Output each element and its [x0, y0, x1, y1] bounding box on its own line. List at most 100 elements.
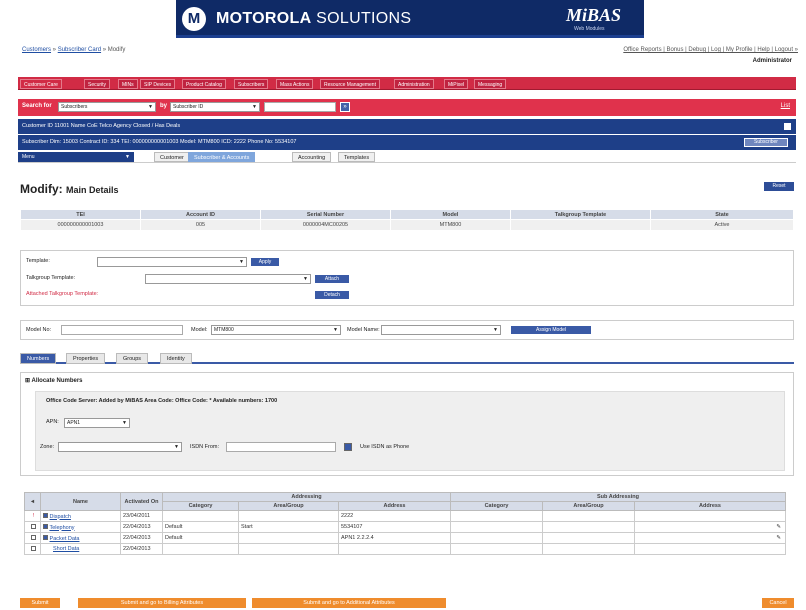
- submit-button[interactable]: Submit: [20, 598, 60, 608]
- table-row[interactable]: Short Data 22/04/2013: [24, 543, 786, 555]
- row-checkbox[interactable]: [43, 534, 48, 540]
- search-by-label: by: [160, 103, 168, 109]
- subscriber-button[interactable]: Subscriber: [744, 138, 788, 147]
- row-checkbox[interactable]: [43, 523, 48, 529]
- tab-accounting[interactable]: Accounting: [292, 152, 332, 162]
- submit-additional-button[interactable]: Submit and go to Additional Attributes: [252, 598, 446, 608]
- tab-subscriber-accounts[interactable]: Subscriber & Accounts: [188, 152, 256, 162]
- menu-tab-customer-care[interactable]: Customer Care: [20, 79, 62, 89]
- tab-templates[interactable]: Templates: [338, 152, 376, 162]
- summary-header: State: [650, 209, 794, 220]
- summary-header: TEI: [20, 209, 141, 220]
- search-input[interactable]: [264, 102, 336, 112]
- numbers-subheader: Area/Group: [542, 501, 635, 511]
- numbers-table: ◄ Name Activated On Addressing Sub Addre…: [24, 492, 786, 555]
- row-select-checkbox[interactable]: [31, 523, 36, 529]
- page-title-main: Modify:: [20, 182, 63, 196]
- row-name-link[interactable]: Short Data: [53, 546, 79, 552]
- row-checkbox[interactable]: [43, 512, 48, 518]
- numbers-subheader: Category: [450, 501, 543, 511]
- sub-navigation: Menu Customer Subscriber & Accounts Acco…: [18, 152, 796, 163]
- assign-model-button[interactable]: Assign Model: [511, 326, 591, 334]
- main-menu: Customer Care Security MINs SIP Devices …: [18, 77, 796, 90]
- row-category: Default: [162, 521, 239, 533]
- tab-numbers[interactable]: Numbers: [20, 353, 57, 364]
- menu-tab-sip-devices[interactable]: SIP Devices: [140, 79, 176, 89]
- menu-tab-security[interactable]: Security: [84, 79, 111, 89]
- numbers-subheader: Address: [338, 501, 451, 511]
- top-links[interactable]: Office Reports | Bonus | Debug | Log | M…: [623, 47, 798, 53]
- office-code-info: Office Code Server: Added by MiBAS Area …: [46, 398, 278, 404]
- search-type-select[interactable]: Subscribers: [58, 102, 156, 112]
- customer-info-bar: Customer ID 11001 Name CoE Telco Agency …: [18, 119, 796, 134]
- subscriber-info-bar: Subscriber Dim: 15003 Contract ID: 334 T…: [18, 135, 796, 150]
- apn-select[interactable]: APN1: [64, 418, 130, 428]
- menu-tab-mass-actions[interactable]: Mass Actions: [276, 79, 314, 89]
- talkgroup-template-select[interactable]: [145, 274, 311, 284]
- talkgroup-template-label: Talkgroup Template:: [26, 275, 76, 281]
- row-date: 22/04/2013: [120, 521, 163, 533]
- row-sub-category: [450, 543, 543, 555]
- summary-cell: 005: [140, 219, 261, 231]
- attach-button[interactable]: Attach: [315, 275, 349, 283]
- search-list-link[interactable]: List: [781, 103, 790, 109]
- menu-tab-messaging[interactable]: Messaging: [474, 79, 507, 89]
- isdn-from-label: ISDN From:: [190, 444, 220, 450]
- row-select[interactable]: [24, 532, 41, 544]
- menu-tab-resource-management[interactable]: Resource Management: [320, 79, 380, 89]
- row-date: 23/04/2011: [120, 510, 163, 522]
- use-isdn-checkbox[interactable]: [344, 443, 352, 451]
- menu-tab-administration[interactable]: Administration: [394, 79, 434, 89]
- username: Administrator: [752, 58, 792, 64]
- page-title: Modify: Main Details: [20, 182, 119, 196]
- numbers-header: Activated On: [120, 492, 163, 511]
- breadcrumb: Customers » Subscriber Card » Modify: [22, 47, 125, 53]
- table-row[interactable]: ! Dispatch 23/04/2011 2222: [24, 510, 786, 522]
- row-address: APN1 2.2.2.4: [338, 532, 451, 544]
- menu-tab-subscribers[interactable]: Subscribers: [234, 79, 269, 89]
- numbers-header: Name: [40, 492, 121, 511]
- row-name-link[interactable]: Dispatch: [50, 514, 71, 520]
- menu-tab-product-catalog[interactable]: Product Catalog: [182, 79, 226, 89]
- model-name-select[interactable]: [381, 325, 501, 335]
- row-category: Default: [162, 532, 239, 544]
- reset-button[interactable]: Reset: [764, 182, 794, 191]
- cancel-button[interactable]: Cancel: [762, 598, 794, 608]
- edit-icon[interactable]: ✎: [634, 532, 786, 544]
- edit-icon[interactable]: ✎: [634, 521, 786, 533]
- tab-customer[interactable]: Customer: [154, 152, 190, 162]
- breadcrumb-subscriber-card[interactable]: Subscriber Card: [58, 47, 101, 53]
- table-row[interactable]: Telephony 22/04/2013 Default Start 55341…: [24, 521, 786, 533]
- row-sub-address: [634, 510, 786, 522]
- row-name: Short Data: [40, 543, 121, 555]
- select-all-header[interactable]: ◄: [24, 492, 41, 511]
- summary-cell: 000000000001003: [20, 219, 141, 231]
- submit-billing-button[interactable]: Submit and go to Billing Attributes: [78, 598, 246, 608]
- template-select[interactable]: [97, 257, 247, 267]
- menu-dropdown[interactable]: Menu: [18, 152, 134, 162]
- breadcrumb-customers[interactable]: Customers: [22, 47, 51, 53]
- model-select[interactable]: MTM800: [211, 325, 341, 335]
- row-name-link[interactable]: Telephony: [49, 525, 74, 531]
- tab-groups[interactable]: Groups: [116, 353, 149, 364]
- row-sub-category: [450, 510, 543, 522]
- close-icon[interactable]: [784, 123, 791, 130]
- detach-button[interactable]: Detach: [315, 291, 349, 299]
- isdn-from-input[interactable]: [226, 442, 336, 452]
- table-row[interactable]: Packet Data 22/04/2013 Default APN1 2.2.…: [24, 532, 786, 544]
- apply-button[interactable]: Apply: [251, 258, 279, 266]
- row-name-link[interactable]: Packet Data: [50, 536, 80, 542]
- row-select[interactable]: [24, 521, 41, 533]
- model-no-input[interactable]: [61, 325, 183, 335]
- tab-identity[interactable]: Identity: [160, 353, 192, 364]
- row-select-checkbox[interactable]: [31, 534, 36, 540]
- menu-tab-mins[interactable]: MINs: [118, 79, 138, 89]
- tab-properties[interactable]: Properties: [66, 353, 106, 364]
- row-select-checkbox[interactable]: [31, 545, 36, 551]
- search-field-select[interactable]: Subscriber ID: [170, 102, 260, 112]
- customer-info-text: Customer ID 11001 Name CoE Telco Agency …: [22, 123, 181, 129]
- menu-tab-mipixel[interactable]: MiPixel: [444, 79, 469, 89]
- zone-select[interactable]: [58, 442, 182, 452]
- row-select[interactable]: [24, 543, 41, 555]
- search-go-button[interactable]: »: [340, 102, 350, 112]
